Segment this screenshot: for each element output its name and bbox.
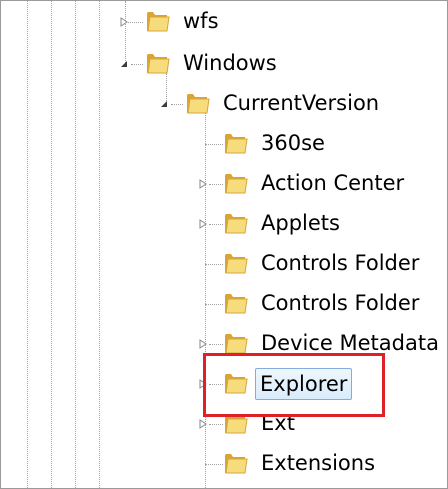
- tree-node-label: 360se: [261, 131, 325, 155]
- tree-node-controls-folder-2[interactable]: Controls Folder: [1, 287, 447, 321]
- tree-node-applets[interactable]: Applets: [1, 207, 447, 241]
- tree-node-label: CurrentVersion: [223, 91, 380, 115]
- collapse-arrow-icon[interactable]: [158, 98, 170, 110]
- tree-guide-line: [209, 224, 223, 225]
- tree-guide-line: [205, 464, 223, 465]
- tree-guide-line: [209, 424, 223, 425]
- tree-node-label: Action Center: [261, 171, 405, 195]
- tree-guide-line: [209, 184, 223, 185]
- tree-guide-line: [131, 64, 143, 65]
- folder-icon: [223, 291, 249, 315]
- tree-node-currentversion[interactable]: CurrentVersion: [1, 87, 447, 121]
- registry-tree-panel: wfs Windows CurrentVersion 360se Action …: [0, 0, 448, 489]
- tree-guide-line: [171, 104, 183, 105]
- tree-guide-line: [205, 264, 223, 265]
- expand-arrow-icon[interactable]: [197, 218, 209, 230]
- highlight-annotation-box: [203, 353, 385, 417]
- tree-node-360se[interactable]: 360se: [1, 127, 447, 161]
- folder-icon: [223, 331, 249, 355]
- tree-node-label: Windows: [183, 51, 277, 75]
- folder-icon: [223, 251, 249, 275]
- tree-guide-line: [205, 304, 223, 305]
- folder-icon: [223, 131, 249, 155]
- tree-node-action-center[interactable]: Action Center: [1, 167, 447, 201]
- tree-node-wfs[interactable]: wfs: [1, 5, 447, 39]
- folder-icon: [185, 91, 211, 115]
- folder-icon: [145, 9, 171, 33]
- expand-arrow-icon[interactable]: [118, 16, 130, 28]
- tree-guide-line: [209, 344, 223, 345]
- expand-arrow-icon[interactable]: [197, 178, 209, 190]
- collapse-arrow-icon[interactable]: [118, 58, 130, 70]
- tree-node-label: Controls Folder: [261, 291, 420, 315]
- tree-node-label: wfs: [183, 9, 219, 33]
- expand-arrow-icon[interactable]: [197, 338, 209, 350]
- tree-node-windows[interactable]: Windows: [1, 47, 447, 81]
- tree-guide-line: [205, 144, 223, 145]
- tree-node-extensions[interactable]: Extensions: [1, 447, 447, 481]
- folder-icon: [223, 211, 249, 235]
- folder-icon: [145, 51, 171, 75]
- tree-node-label: Applets: [261, 211, 340, 235]
- folder-icon: [223, 171, 249, 195]
- tree-node-label: Extensions: [261, 451, 376, 475]
- expand-arrow-icon[interactable]: [197, 418, 209, 430]
- folder-icon: [223, 451, 249, 475]
- tree-node-controls-folder[interactable]: Controls Folder: [1, 247, 447, 281]
- tree-node-label: Controls Folder: [261, 251, 420, 275]
